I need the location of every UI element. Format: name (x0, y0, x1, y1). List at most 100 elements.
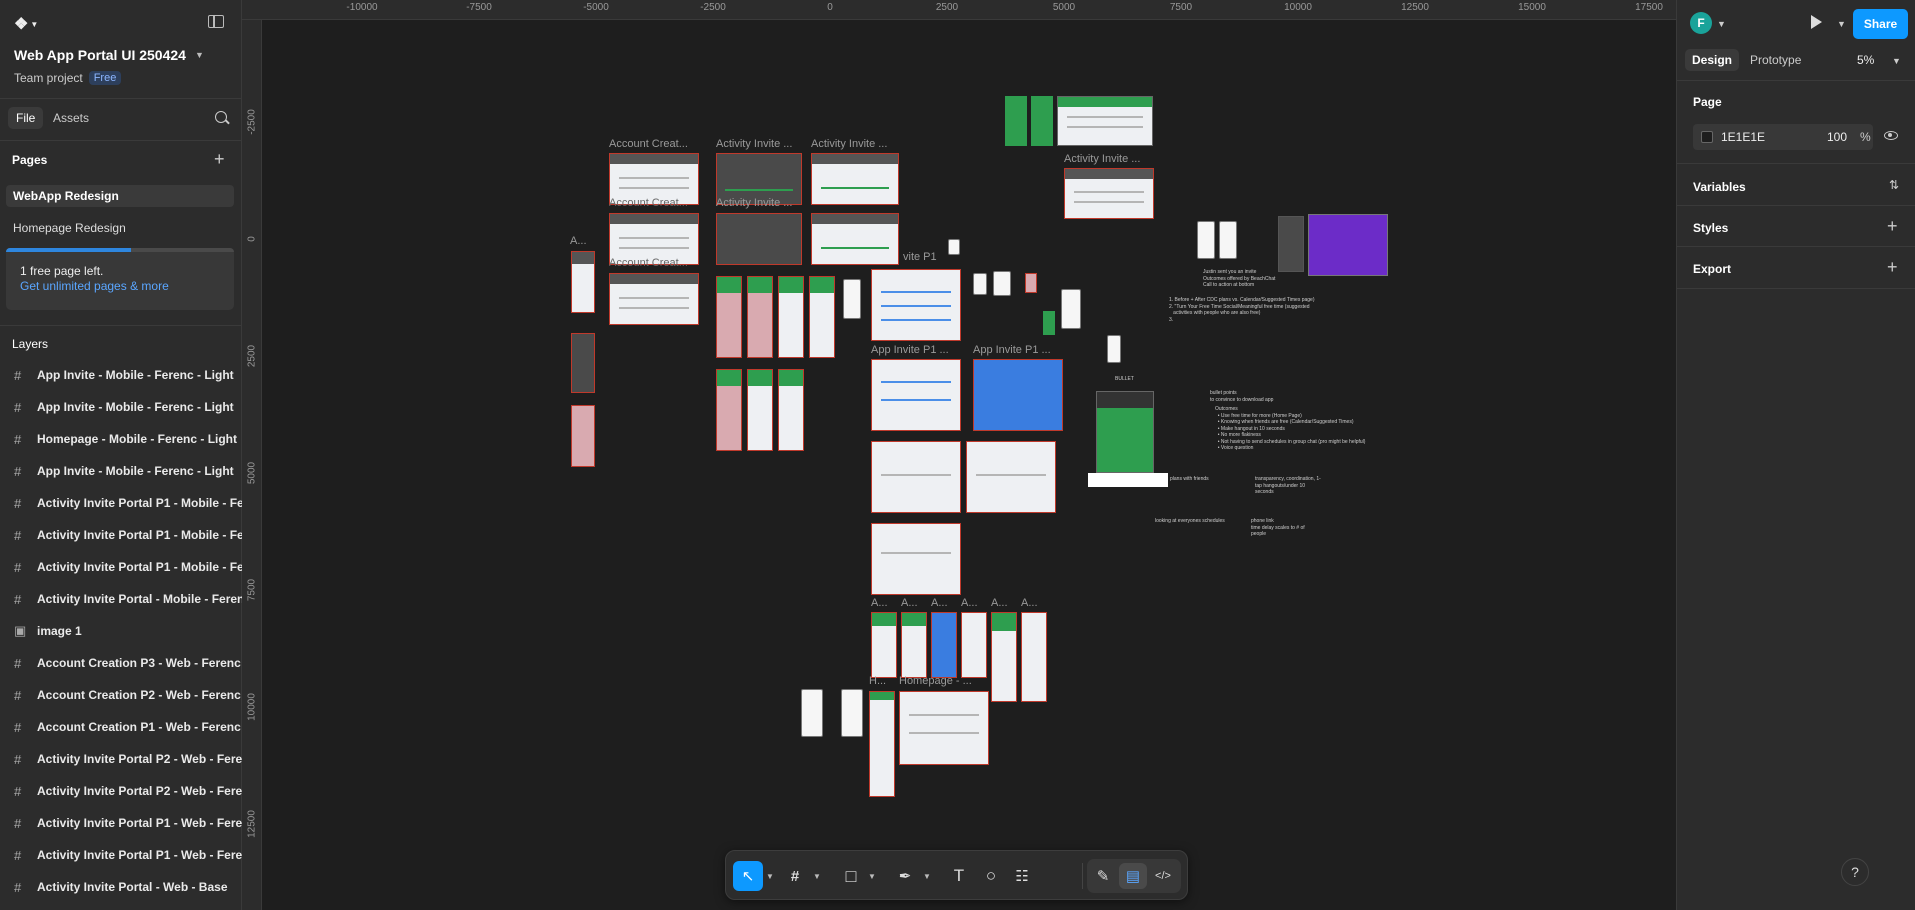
sidebar-toggle-icon[interactable] (208, 15, 224, 28)
app-invite-frame[interactable] (871, 359, 961, 431)
mobile-frame[interactable] (716, 369, 742, 451)
tab-file[interactable]: File (8, 107, 44, 129)
actions-tool-button[interactable]: ☷ (1007, 861, 1037, 891)
phone-mockup[interactable] (1043, 311, 1055, 335)
canvas-frame[interactable] (1064, 168, 1154, 219)
phone-mockup[interactable] (841, 689, 863, 737)
add-export-icon[interactable]: + (1887, 258, 1898, 276)
layer-item[interactable]: # Activity Invite Portal P1 - Mobile - Fe… (0, 488, 242, 518)
help-button[interactable]: ? (1841, 858, 1869, 886)
mobile-frame[interactable] (571, 405, 595, 467)
share-button[interactable]: Share (1853, 9, 1908, 39)
chevron-down-icon[interactable]: ▼ (868, 872, 876, 881)
mobile-frame[interactable] (1021, 612, 1047, 702)
phone-mockup[interactable] (1197, 221, 1215, 259)
design-mode-button[interactable]: ▤ (1119, 863, 1147, 889)
layer-item[interactable]: # Activity Invite Portal P1 - Mobile - Fe… (0, 520, 242, 550)
mobile-frame[interactable] (871, 612, 897, 678)
page-fill-row[interactable]: 1E1E1E 100 % (1693, 124, 1873, 150)
page-item-homepage-redesign[interactable]: Homepage Redesign (6, 217, 234, 239)
layer-item[interactable]: # Account Creation P2 - Web - Ferenc (0, 680, 242, 710)
account-creation-frame[interactable] (609, 273, 699, 325)
mobile-frame[interactable] (931, 612, 957, 678)
chevron-down-icon[interactable]: ▼ (1892, 56, 1901, 66)
phone-mockup[interactable] (1219, 221, 1237, 259)
fill-opacity-input[interactable]: 100 (1827, 130, 1847, 144)
variables-sliders-icon[interactable]: ⇅ (1889, 178, 1899, 192)
file-menu-chevron-icon[interactable]: ▼ (195, 50, 204, 60)
phone-mockup[interactable] (1025, 273, 1037, 293)
search-icon[interactable] (215, 111, 227, 123)
layer-item[interactable]: # Account Creation P1 - Web - Ferenc (0, 712, 242, 742)
page-item-webapp-redesign[interactable]: WebApp Redesign (6, 185, 234, 207)
homepage-web-frame[interactable] (899, 691, 989, 765)
mobile-frame[interactable] (571, 251, 595, 313)
upgrade-link[interactable]: Get unlimited pages & more (20, 279, 169, 293)
phone-mockup[interactable] (1107, 335, 1121, 363)
phone-mockup[interactable] (948, 239, 960, 255)
main-menu-button[interactable]: ❖ ▼ (14, 14, 38, 34)
file-name[interactable]: Web App Portal UI 250424 (14, 47, 186, 63)
phone-mockup[interactable] (843, 279, 861, 319)
canvas-frame[interactable] (1031, 96, 1053, 146)
activity-invite-frame[interactable] (716, 213, 802, 265)
app-invite-frame[interactable] (871, 523, 961, 595)
layer-item[interactable]: # App Invite - Mobile - Ferenc - Light (0, 392, 242, 422)
variables-section[interactable]: Variables (1693, 180, 1746, 194)
mobile-frame[interactable] (809, 276, 835, 358)
layer-item[interactable]: # Homepage - Mobile - Ferenc - Light (0, 424, 242, 454)
zoom-level[interactable]: 5% (1857, 53, 1874, 67)
mobile-frame[interactable] (571, 333, 595, 393)
white-box[interactable] (1088, 473, 1168, 487)
add-page-icon[interactable]: + (214, 150, 225, 168)
app-invite-frame[interactable] (973, 359, 1063, 431)
mobile-home-frame[interactable] (1096, 391, 1154, 473)
layer-item[interactable]: # Activity Invite Portal P1 - Web - Feren… (0, 840, 242, 870)
rectangle-tool-button[interactable]: □ (836, 861, 866, 891)
tab-assets[interactable]: Assets (45, 107, 97, 129)
activity-invite-frame[interactable] (811, 153, 899, 205)
team-name[interactable]: Team project (14, 71, 83, 85)
layer-item[interactable]: # Activity Invite Portal P2 - Web - Feren… (0, 776, 242, 806)
layer-item[interactable]: # Activity Invite Portal P1 - Web - Feren… (0, 808, 242, 838)
activity-invite-frame[interactable] (811, 213, 899, 265)
layer-item[interactable]: # App Invite - Mobile - Ferenc - Light (0, 360, 242, 390)
mobile-frame[interactable] (778, 369, 804, 451)
layer-item[interactable]: ▣ image 1 (0, 616, 242, 646)
app-invite-frame[interactable] (871, 269, 961, 341)
canvas-frame[interactable] (1057, 96, 1153, 146)
phone-mockup[interactable] (973, 273, 987, 295)
app-invite-frame[interactable] (871, 441, 961, 513)
app-invite-frame[interactable] (966, 441, 1056, 513)
dark-mobile-frame[interactable] (1278, 216, 1304, 272)
draw-mode-button[interactable]: ✎ (1089, 863, 1117, 889)
canvas-frame[interactable] (1005, 96, 1027, 146)
layer-item[interactable]: # Activity Invite Portal - Mobile - Feren… (0, 584, 242, 614)
mobile-frame[interactable] (901, 612, 927, 678)
color-swatch[interactable] (1701, 131, 1713, 143)
text-tool-button[interactable]: T (944, 861, 974, 891)
frame-tool-button[interactable]: # (780, 861, 810, 891)
mobile-frame[interactable] (747, 369, 773, 451)
homepage-mobile-frame[interactable] (869, 691, 895, 797)
chevron-down-icon[interactable]: ▼ (813, 872, 821, 881)
tab-design[interactable]: Design (1685, 49, 1740, 71)
layer-item[interactable]: # Activity Invite Portal - Web - Base (0, 872, 242, 902)
eye-icon[interactable] (1884, 131, 1898, 140)
mobile-frame[interactable] (961, 612, 987, 678)
phone-mockup[interactable] (993, 271, 1011, 296)
chevron-down-icon[interactable]: ▼ (766, 872, 774, 881)
layer-item[interactable]: # App Invite - Mobile - Ferenc - Light (0, 456, 242, 486)
tab-prototype[interactable]: Prototype (1743, 49, 1808, 71)
pen-tool-button[interactable]: ✒ (890, 861, 920, 891)
mobile-frame[interactable] (747, 276, 773, 358)
comment-tool-button[interactable]: ○ (976, 861, 1006, 891)
mobile-frame[interactable] (716, 276, 742, 358)
dev-mode-button[interactable]: </> (1149, 863, 1177, 889)
purple-web-frame[interactable] (1308, 214, 1388, 276)
present-play-icon[interactable] (1811, 15, 1822, 29)
styles-section[interactable]: Styles (1693, 221, 1728, 235)
chevron-down-icon[interactable]: ▼ (923, 872, 931, 881)
layer-item[interactable]: # Activity Invite Portal P2 - Web - Feren… (0, 744, 242, 774)
mobile-frame[interactable] (778, 276, 804, 358)
